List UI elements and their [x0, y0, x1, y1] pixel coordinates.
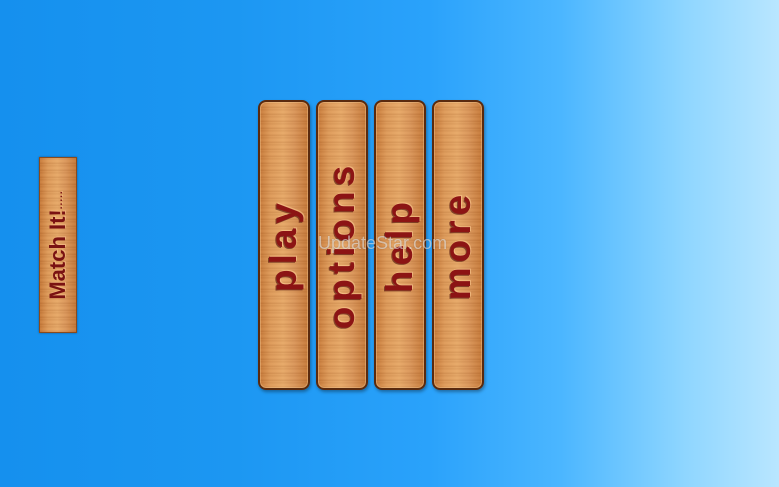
play-button-label: play — [263, 197, 304, 293]
help-button-label: help — [379, 196, 420, 294]
game-screen: Match It!..... play options help more Up… — [0, 0, 779, 487]
more-button[interactable]: more — [432, 100, 484, 390]
game-logo-dots: ..... — [54, 190, 65, 210]
play-button[interactable]: play — [258, 100, 310, 390]
help-button[interactable]: help — [374, 100, 426, 390]
game-logo-text: Match It!..... — [45, 190, 71, 299]
options-button[interactable]: options — [316, 100, 368, 390]
game-logo-title: Match It! — [45, 209, 70, 300]
more-button-label: more — [437, 189, 478, 301]
game-logo: Match It!..... — [39, 157, 77, 333]
options-button-label: options — [321, 160, 362, 330]
